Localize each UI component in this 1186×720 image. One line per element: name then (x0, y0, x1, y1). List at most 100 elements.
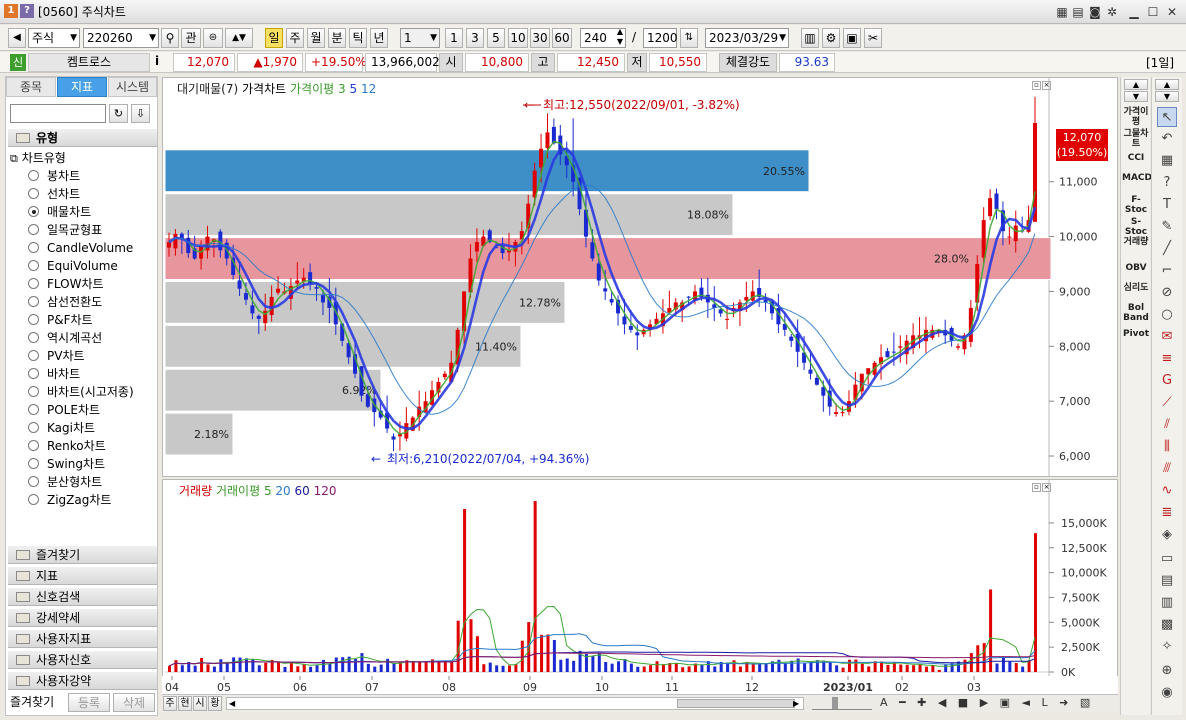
chart-type-item[interactable]: 봉차트 (28, 167, 80, 185)
radio-icon[interactable] (28, 404, 39, 415)
chart-type-item[interactable]: 바차트(시고저종) (28, 383, 134, 401)
radio-icon[interactable] (28, 242, 39, 253)
prev-stock-icon[interactable]: ◀ (8, 28, 26, 48)
radio-icon[interactable] (28, 422, 39, 433)
scroll-thumb[interactable] (677, 699, 795, 708)
bottom-tab-hyun[interactable]: 현 (178, 696, 192, 711)
screen-number-icon[interactable]: 1 (4, 4, 18, 18)
wave-icon[interactable]: ∿ (1157, 481, 1177, 501)
period-year[interactable]: 년 (370, 28, 388, 48)
price-chart-panel[interactable]: 2.18%6.92%11.40%12.78%28.0%18.08%20.55%6… (162, 77, 1118, 477)
text-icon[interactable]: T (1157, 195, 1177, 215)
pin-icon[interactable]: ▦ (1054, 4, 1070, 20)
period-month[interactable]: 월 (307, 28, 325, 48)
radio-icon[interactable] (28, 170, 39, 181)
updown-icon[interactable]: ▲▼ (225, 28, 253, 48)
target-icon[interactable]: ⊕ (1157, 661, 1177, 681)
radio-icon[interactable] (28, 368, 39, 379)
fan-icon[interactable]: ⫽ (1157, 415, 1177, 435)
chart-type-item[interactable]: 선차트 (28, 185, 80, 203)
indicator-tool[interactable]: CCI (1122, 153, 1150, 163)
mail-icon[interactable]: ✉ (1157, 327, 1177, 347)
group-strength[interactable]: 강세약세 (8, 608, 157, 627)
grid-icon[interactable]: ▦ (1157, 151, 1177, 171)
group-user-strength[interactable]: 사용자강약 (8, 671, 157, 690)
volume-chart-svg[interactable]: 0K2,500K5,000K7,500K10,000K12,500K15,000… (163, 480, 1117, 692)
chart-nav-icons[interactable]: A ━ ✚ ◀ ■ ▶ ▣ ◄ L ➜ ▧ (880, 696, 1094, 709)
group-signal-search[interactable]: 신호검색 (8, 587, 157, 606)
help-icon[interactable]: ? (1157, 173, 1177, 193)
radio-icon[interactable] (28, 260, 39, 271)
chart-type-item[interactable]: Swing차트 (28, 455, 105, 473)
zoom-slider[interactable] (812, 697, 872, 710)
indicator-tool[interactable]: F-Stoc (1122, 195, 1150, 215)
delete-button[interactable]: 삭제 (113, 693, 155, 712)
pencil-icon[interactable]: ✎ (1157, 217, 1177, 237)
footer-favorites[interactable]: 즐겨찾기 (10, 693, 68, 712)
indicator-tool[interactable]: S-Stoc (1122, 217, 1150, 237)
chart-type-item[interactable]: POLE차트 (28, 401, 100, 419)
scroll-up-icon[interactable]: ▲ (1124, 79, 1148, 90)
window-icon[interactable]: ▭ (1157, 549, 1177, 569)
panel-close-icon[interactable]: × (1042, 483, 1051, 492)
indicator-tool[interactable]: Bol Band (1122, 303, 1150, 323)
interval-select[interactable]: 1 ▼ (400, 28, 440, 48)
indicator-search-input[interactable] (10, 104, 106, 123)
apply-icon[interactable]: ⇅ (680, 28, 698, 48)
gwan-button[interactable]: 관 (181, 28, 201, 48)
panel-max-icon[interactable]: ▫ (1032, 81, 1041, 90)
disk-icon[interactable]: ▣ (843, 28, 861, 48)
tab-indicator[interactable]: 지표 (57, 77, 107, 97)
chart-type-item[interactable]: 바차트 (28, 365, 80, 383)
lines-icon[interactable]: ≣ (1157, 503, 1177, 523)
cycle-icon[interactable]: ⫻ (1157, 459, 1177, 479)
radio-icon[interactable] (28, 386, 39, 397)
bottom-tab-ju[interactable]: 주 (163, 696, 177, 711)
chart-type-item[interactable]: FLOW차트 (28, 275, 104, 293)
grid2-icon[interactable]: ▩ (1157, 615, 1177, 635)
scroll-down-icon[interactable]: ▼ (1155, 91, 1179, 102)
sync-icon[interactable]: ⊜ (203, 28, 223, 48)
indicator-tool[interactable]: 가격이평 (1122, 107, 1150, 127)
stock-code-input[interactable]: 220260 ▼ (83, 28, 159, 48)
period-week[interactable]: 주 (286, 28, 304, 48)
close-icon[interactable]: ✕ (1164, 4, 1180, 20)
scroll-down-icon[interactable]: ▼ (1124, 91, 1148, 102)
interval-10[interactable]: 10 (508, 28, 528, 48)
search-icon[interactable]: ⚲ (161, 28, 179, 48)
interval-30[interactable]: 30 (530, 28, 550, 48)
arc-icon[interactable]: ⫼ (1157, 437, 1177, 457)
stock-name[interactable]: 켐트로스 (28, 53, 150, 72)
trendline-icon[interactable]: ╱ (1157, 239, 1177, 259)
radio-icon[interactable] (28, 440, 39, 451)
save-icon[interactable]: ▤ (1070, 4, 1086, 20)
period-day[interactable]: 일 (265, 28, 283, 48)
chart-type-item[interactable]: ZigZag차트 (28, 491, 111, 509)
magic-icon[interactable]: ✧ (1157, 637, 1177, 657)
indicator-tool[interactable]: 심리도 (1122, 283, 1150, 293)
gann-icon[interactable]: G (1157, 371, 1177, 391)
price-chart-svg[interactable]: 2.18%6.92%11.40%12.78%28.0%18.08%20.55%6… (163, 78, 1117, 476)
scroll-left-icon[interactable]: ◀ (229, 698, 235, 709)
chart-type-item[interactable]: EquiVolume (28, 257, 118, 275)
tab-stock[interactable]: 종목 (6, 77, 56, 97)
chart-type-item[interactable]: 삼선전환도 (28, 293, 102, 311)
radio-icon[interactable] (28, 188, 39, 199)
total-count-input[interactable]: 1200 (643, 28, 678, 48)
date-picker[interactable]: 2023/03/29 ▼ (705, 28, 789, 48)
interval-3[interactable]: 3 (466, 28, 484, 48)
minimize-icon[interactable]: ▁ (1126, 4, 1142, 20)
group-user-signal[interactable]: 사용자신호 (8, 650, 157, 669)
tree-root[interactable]: ⧉ 차트유형 (10, 149, 66, 167)
panel-close-icon[interactable]: × (1042, 81, 1051, 90)
interval-60[interactable]: 60 (552, 28, 572, 48)
radio-icon[interactable] (28, 296, 39, 307)
angle-icon[interactable]: ⌐ (1157, 261, 1177, 281)
bars-icon[interactable]: ▥ (1157, 593, 1177, 613)
radio-icon[interactable] (28, 476, 39, 487)
view-count-input[interactable]: 240 ▲ ▼ (580, 27, 626, 48)
tools-icon[interactable]: ✂ (864, 28, 882, 48)
help-icon[interactable]: ? (20, 4, 34, 18)
channel-icon[interactable]: ⟋ (1157, 393, 1177, 413)
camera-icon[interactable]: ◙ (1087, 4, 1103, 20)
